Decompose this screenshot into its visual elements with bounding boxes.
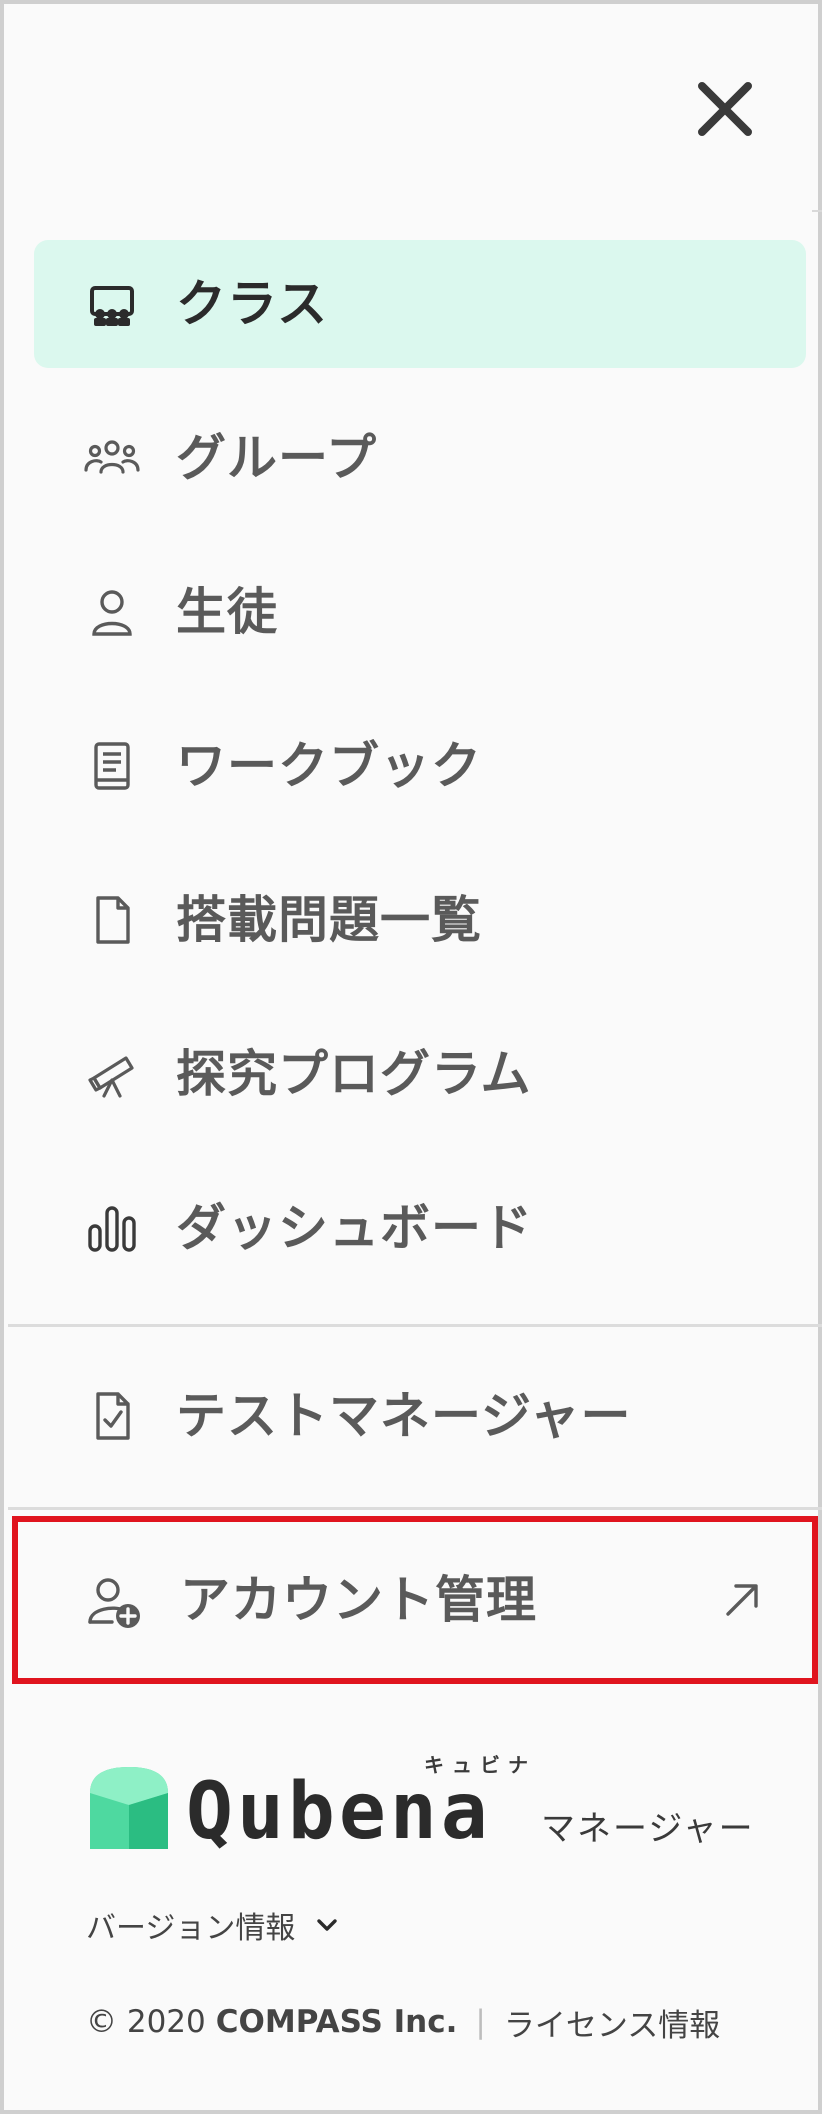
nav-item-dashboard[interactable]: ダッシュボード <box>34 1164 806 1292</box>
qubena-manager-logo: キュビナ Qubena マネージャー <box>84 1749 764 1869</box>
file-icon <box>82 890 142 950</box>
version-label: バージョン情報 <box>86 1911 296 1946</box>
nav-item-label: アカウント管理 <box>180 1571 537 1629</box>
logo-wordmark: Qubena <box>186 1767 492 1857</box>
nav-item-inquiry-program[interactable]: 探究プログラム <box>34 1010 806 1138</box>
nav-item-account-management[interactable]: アカウント管理 <box>12 1516 818 1684</box>
nav-item-label: 探究プログラム <box>176 1045 532 1103</box>
close-button[interactable] <box>690 74 760 144</box>
license-link[interactable]: ライセンス情報 <box>504 2000 720 2045</box>
copyright-text: © 2020 <box>86 2004 206 2040</box>
nav-item-test-manager[interactable]: テストマネージャー <box>34 1352 806 1480</box>
logo-suffix: マネージャー <box>541 1809 755 1849</box>
user-add-icon <box>82 1570 148 1636</box>
nav-item-problem-list[interactable]: 搭載問題一覧 <box>34 856 806 984</box>
nav-item-label: 生徒 <box>176 583 278 641</box>
external-link-icon <box>718 1576 766 1624</box>
nav-item-label: ワークブック <box>176 737 482 795</box>
nav-item-label: グループ <box>176 429 377 487</box>
footer: © 2020 COMPASS Inc. | ライセンス情報 <box>86 2000 720 2045</box>
nav-item-workbook[interactable]: ワークブック <box>34 702 806 830</box>
qubena-logo-mark <box>84 1763 174 1855</box>
nav-item-label: ダッシュボード <box>176 1199 533 1257</box>
nav-item-class[interactable]: クラス <box>34 240 806 368</box>
version-info-toggle[interactable]: バージョン情報 <box>86 1904 341 1946</box>
header-divider <box>812 210 822 212</box>
nav-item-label: 搭載問題一覧 <box>176 891 482 949</box>
user-icon <box>82 582 142 642</box>
nav-item-label: クラス <box>176 275 328 333</box>
bar-chart-icon <box>82 1198 142 1258</box>
book-icon <box>82 736 142 796</box>
menu-divider <box>8 1324 822 1327</box>
footer-separator: | <box>475 2004 486 2040</box>
menu-divider <box>8 1507 822 1510</box>
nav-item-group[interactable]: グループ <box>34 394 806 522</box>
document-check-icon <box>82 1386 142 1446</box>
close-icon <box>698 82 752 136</box>
chevron-down-icon <box>313 1911 341 1939</box>
class-icon <box>82 274 142 334</box>
telescope-icon <box>82 1044 142 1104</box>
nav-item-student[interactable]: 生徒 <box>34 548 806 676</box>
nav-item-label: テストマネージャー <box>176 1387 632 1445</box>
company-name: COMPASS Inc. <box>215 2004 458 2040</box>
group-icon <box>82 428 142 488</box>
side-menu-panel: クラス グループ 生徒 ワークブック 搭載問題一覧 探究プログラム ダッシュボー… <box>0 0 822 2114</box>
